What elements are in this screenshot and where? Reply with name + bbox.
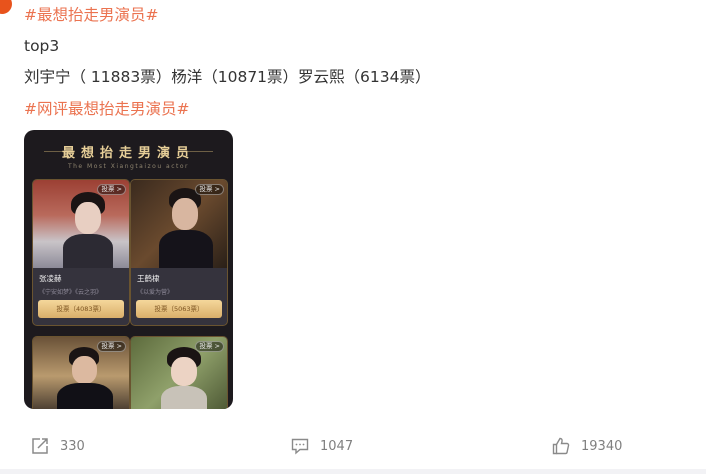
post-text-line: top3 xyxy=(24,37,60,55)
comment-count: 1047 xyxy=(320,438,354,454)
candidate-works: 《以爱为营》 xyxy=(137,289,174,296)
like-button[interactable]: 19340 xyxy=(551,436,622,456)
comment-button[interactable]: 1047 xyxy=(290,436,353,456)
candidate-name: 王鹤棣 xyxy=(137,274,160,283)
topic-link[interactable]: #网评最想抬走男演员# xyxy=(24,98,189,120)
vote-button[interactable]: 投票（5063票） xyxy=(136,300,222,318)
topic-link[interactable]: #最想抬走男演员# xyxy=(24,4,158,26)
post-text-line: 刘宇宁（ 11883票）杨洋（10871票）罗云熙（6134票） xyxy=(24,68,431,86)
card-subtitle: The Most Xiangtaizou actor xyxy=(67,163,190,170)
divider xyxy=(0,469,706,474)
candidate-name: 张凌赫 xyxy=(39,274,62,283)
candidate-tile[interactable]: 投票 > xyxy=(32,336,130,409)
vote-badge[interactable]: 投票 > xyxy=(195,341,224,352)
vote-button[interactable]: 投票（4083票） xyxy=(38,300,124,318)
vote-badge[interactable]: 投票 > xyxy=(97,184,126,195)
comment-icon xyxy=(291,438,309,455)
card-title: 最想抬走男演员 xyxy=(61,146,195,161)
candidate-tile[interactable]: 投票 > xyxy=(130,336,228,409)
candidate-works: 《宁安如梦》《云之羽》 xyxy=(39,289,103,296)
candidate-tile[interactable]: 投票 > 张凌赫 《宁安如梦》《云之羽》 投票（4083票） xyxy=(32,179,130,326)
thumbs-up-icon xyxy=(552,437,570,455)
vote-badge[interactable]: 投票 > xyxy=(97,341,126,352)
share-count: 330 xyxy=(60,438,85,454)
candidate-tile[interactable]: 投票 > 王鹤棣 《以爱为营》 投票（5063票） xyxy=(130,179,228,326)
post-image[interactable]: 最想抬走男演员 The Most Xiangtaizou actor 投票 > … xyxy=(24,130,233,409)
vote-badge[interactable]: 投票 > xyxy=(195,184,224,195)
share-icon xyxy=(32,438,48,454)
share-button[interactable]: 330 xyxy=(30,436,85,456)
like-count: 19340 xyxy=(581,438,623,454)
avatar[interactable] xyxy=(0,0,12,14)
